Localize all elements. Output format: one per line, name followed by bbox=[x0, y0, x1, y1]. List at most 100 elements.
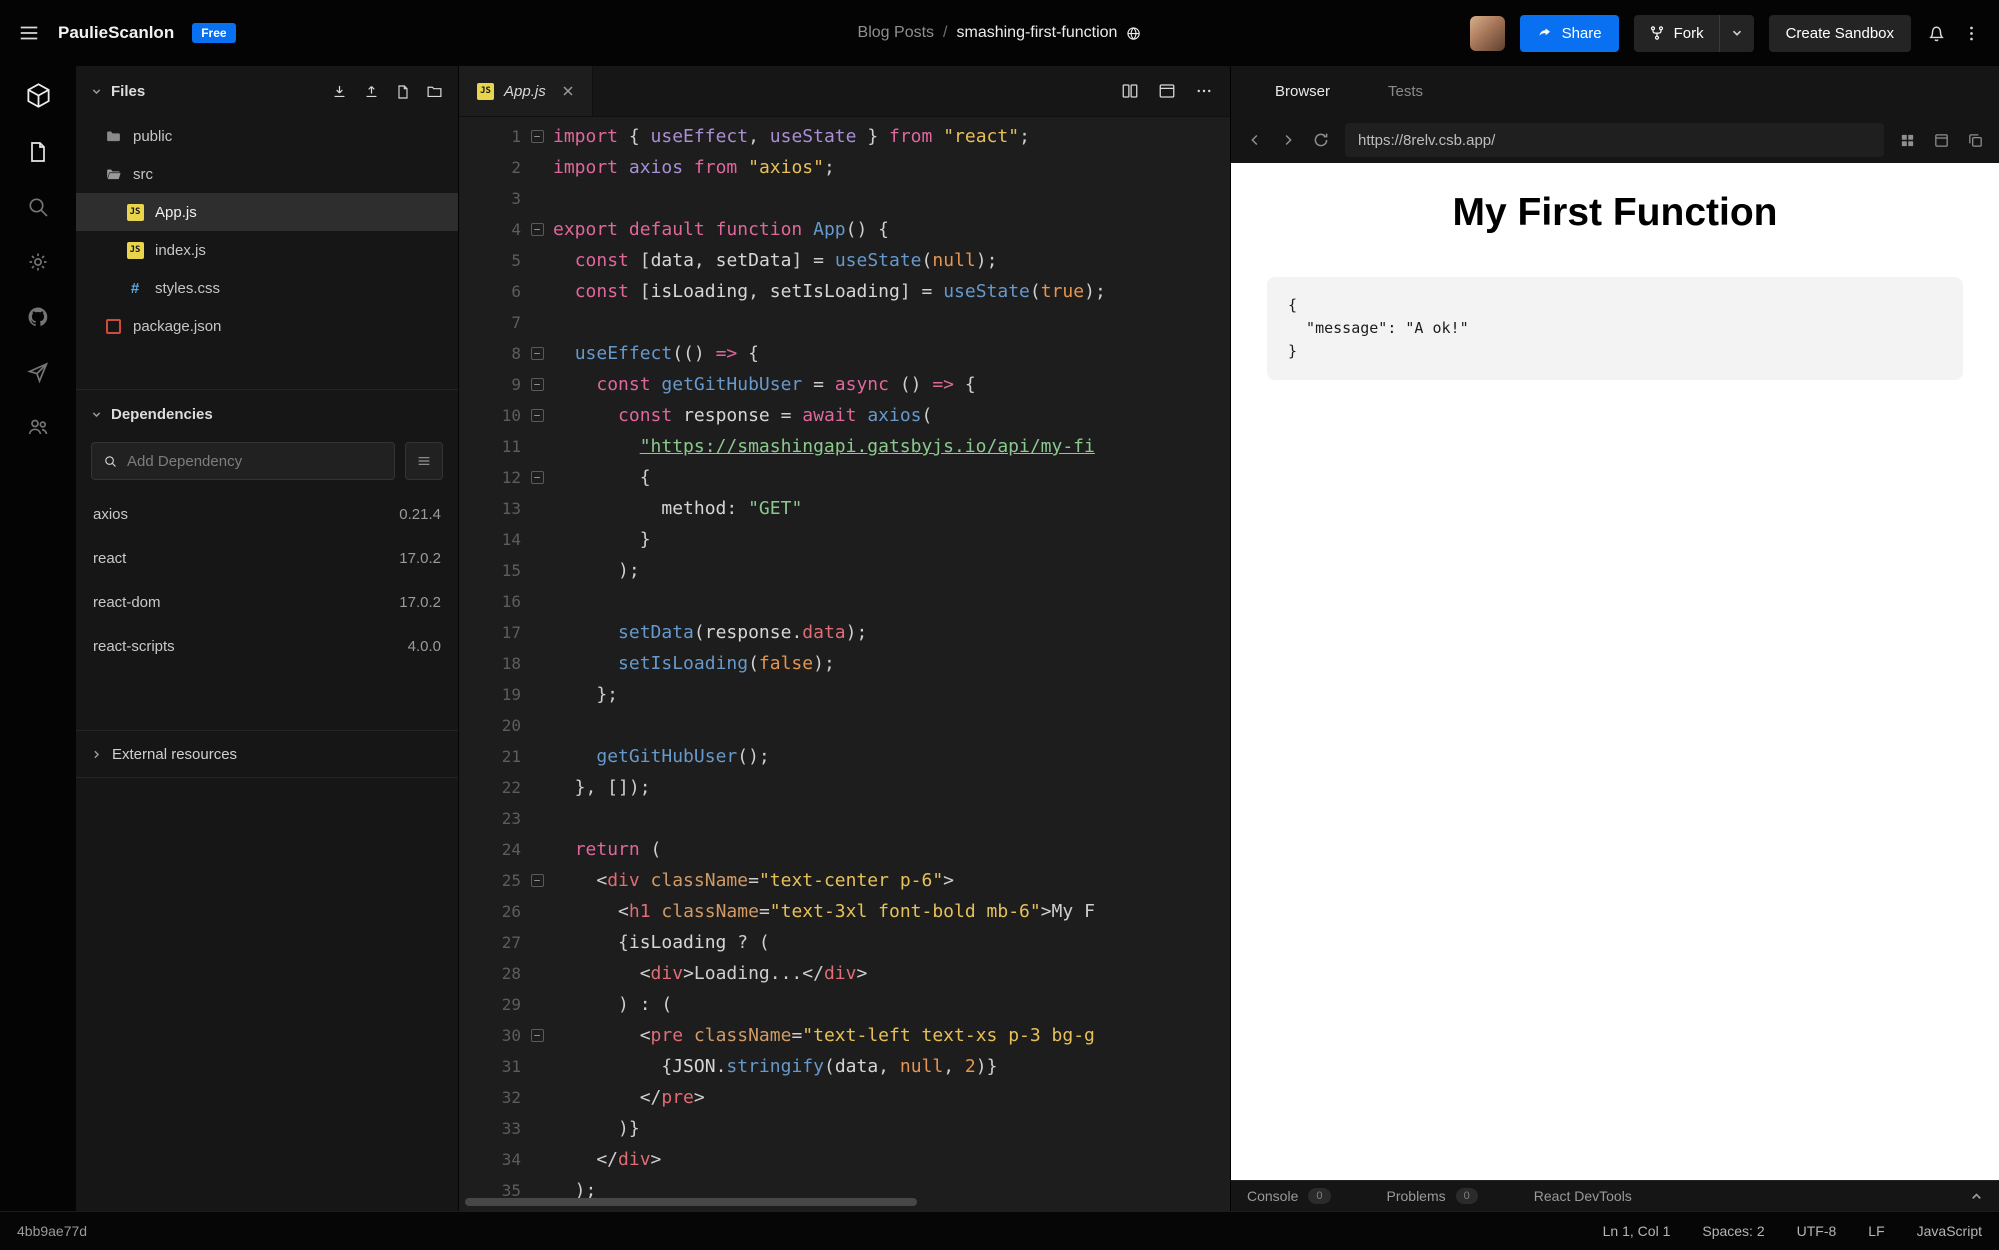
preview-tab-browser[interactable]: Browser bbox=[1275, 83, 1330, 100]
sandbox-title[interactable]: smashing-first-function bbox=[956, 24, 1117, 42]
console-bar-item-console[interactable]: Console0 bbox=[1247, 1188, 1331, 1204]
code-line-30[interactable]: 30− <pre className="text-left text-xs p-… bbox=[459, 1020, 1230, 1051]
code-line-17[interactable]: 17 setData(response.data); bbox=[459, 617, 1230, 648]
chevron-up-icon[interactable] bbox=[1970, 1190, 1983, 1203]
code-line-16[interactable]: 16 bbox=[459, 586, 1230, 617]
workspace-name[interactable]: PaulieScanlon bbox=[58, 23, 174, 43]
fork-button[interactable]: Fork bbox=[1634, 15, 1719, 52]
fold-marker-icon[interactable]: − bbox=[531, 378, 544, 391]
code-line-19[interactable]: 19 }; bbox=[459, 679, 1230, 710]
status-item-spaces-2[interactable]: Spaces: 2 bbox=[1702, 1223, 1764, 1239]
code-line-33[interactable]: 33 )} bbox=[459, 1113, 1230, 1144]
url-bar[interactable]: https://8relv.csb.app/ bbox=[1345, 123, 1884, 157]
codesandbox-logo-icon[interactable] bbox=[25, 82, 52, 109]
close-tab-icon[interactable] bbox=[562, 85, 574, 97]
menu-icon[interactable] bbox=[18, 22, 40, 44]
notifications-bell-icon[interactable] bbox=[1926, 23, 1947, 44]
code-line-10[interactable]: 10− const response = await axios( bbox=[459, 400, 1230, 431]
fork-dropdown-button[interactable] bbox=[1719, 15, 1754, 52]
code-line-18[interactable]: 18 setIsLoading(false); bbox=[459, 648, 1230, 679]
file-tree-item-styles-css[interactable]: #styles.css bbox=[76, 269, 458, 307]
code-line-12[interactable]: 12− { bbox=[459, 462, 1230, 493]
code-line-23[interactable]: 23 bbox=[459, 803, 1230, 834]
code-line-8[interactable]: 8− useEffect(() => { bbox=[459, 338, 1230, 369]
dependency-item-axios[interactable]: axios0.21.4 bbox=[76, 492, 458, 536]
code-line-2[interactable]: 2import axios from "axios"; bbox=[459, 152, 1230, 183]
code-line-1[interactable]: 1−import { useEffect, useState } from "r… bbox=[459, 121, 1230, 152]
file-tree-item-public[interactable]: public bbox=[76, 117, 458, 155]
fold-marker-icon[interactable]: − bbox=[531, 409, 544, 422]
code-line-6[interactable]: 6 const [isLoading, setIsLoading] = useS… bbox=[459, 276, 1230, 307]
code-line-27[interactable]: 27 {isLoading ? ( bbox=[459, 927, 1230, 958]
fold-marker-icon[interactable]: − bbox=[531, 130, 544, 143]
file-tree-item-index-js[interactable]: JSindex.js bbox=[76, 231, 458, 269]
kebab-menu-icon[interactable] bbox=[1962, 24, 1981, 43]
code-line-26[interactable]: 26 <h1 className="text-3xl font-bold mb-… bbox=[459, 896, 1230, 927]
status-item-ln-1-col-1[interactable]: Ln 1, Col 1 bbox=[1603, 1223, 1671, 1239]
dependencies-header[interactable]: Dependencies bbox=[76, 390, 458, 438]
code-line-22[interactable]: 22 }, []); bbox=[459, 772, 1230, 803]
split-view-icon[interactable] bbox=[1121, 82, 1139, 100]
code-line-7[interactable]: 7 bbox=[459, 307, 1230, 338]
code-line-3[interactable]: 3 bbox=[459, 183, 1230, 214]
dependency-item-react-dom[interactable]: react-dom17.0.2 bbox=[76, 580, 458, 624]
code-line-29[interactable]: 29 ) : ( bbox=[459, 989, 1230, 1020]
console-bar-item-problems[interactable]: Problems0 bbox=[1387, 1188, 1478, 1204]
search-icon[interactable] bbox=[26, 195, 50, 219]
settings-icon[interactable] bbox=[26, 250, 50, 274]
fold-marker-icon[interactable]: − bbox=[531, 874, 544, 887]
fold-marker-icon[interactable]: − bbox=[531, 223, 544, 236]
refresh-icon[interactable] bbox=[1312, 131, 1330, 149]
code-line-32[interactable]: 32 </pre> bbox=[459, 1082, 1230, 1113]
live-icon[interactable] bbox=[26, 415, 50, 439]
file-tree-item-app-js[interactable]: JSApp.js bbox=[76, 193, 458, 231]
preview-tab-tests[interactable]: Tests bbox=[1388, 83, 1423, 100]
open-preview-icon[interactable] bbox=[1158, 82, 1176, 100]
github-icon[interactable] bbox=[26, 305, 50, 329]
horizontal-scrollbar[interactable] bbox=[465, 1198, 917, 1206]
file-tree-item-src[interactable]: src bbox=[76, 155, 458, 193]
code-line-5[interactable]: 5 const [data, setData] = useState(null)… bbox=[459, 245, 1230, 276]
code-line-28[interactable]: 28 <div>Loading...</div> bbox=[459, 958, 1230, 989]
create-sandbox-button[interactable]: Create Sandbox bbox=[1769, 15, 1911, 52]
new-file-icon[interactable] bbox=[395, 83, 411, 100]
new-folder-icon[interactable] bbox=[426, 83, 443, 100]
code-line-25[interactable]: 25− <div className="text-center p-6"> bbox=[459, 865, 1230, 896]
tab-app-js[interactable]: JS App.js bbox=[459, 66, 593, 116]
upload-icon[interactable] bbox=[363, 83, 380, 100]
avatar[interactable] bbox=[1470, 16, 1505, 51]
dependency-item-react-scripts[interactable]: react-scripts4.0.0 bbox=[76, 624, 458, 668]
forward-icon[interactable] bbox=[1279, 131, 1297, 149]
dependency-list-button[interactable] bbox=[405, 442, 443, 480]
back-icon[interactable] bbox=[1246, 131, 1264, 149]
code-line-31[interactable]: 31 {JSON.stringify(data, null, 2)} bbox=[459, 1051, 1230, 1082]
editor-menu-icon[interactable] bbox=[1195, 82, 1213, 100]
fold-marker-icon[interactable]: − bbox=[531, 471, 544, 484]
code-line-14[interactable]: 14 } bbox=[459, 524, 1230, 555]
status-item-utf-8[interactable]: UTF-8 bbox=[1797, 1223, 1837, 1239]
code-line-11[interactable]: 11 "https://smashingapi.gatsbyjs.io/api/… bbox=[459, 431, 1230, 462]
add-dependency-input[interactable] bbox=[127, 453, 383, 470]
fold-marker-icon[interactable]: − bbox=[531, 1029, 544, 1042]
status-item-lf[interactable]: LF bbox=[1868, 1223, 1884, 1239]
code-line-34[interactable]: 34 </div> bbox=[459, 1144, 1230, 1175]
console-bar-item-react-devtools[interactable]: React DevTools bbox=[1534, 1188, 1632, 1204]
breadcrumb-parent[interactable]: Blog Posts bbox=[858, 24, 934, 42]
external-resources-section[interactable]: External resources bbox=[76, 730, 458, 778]
deployment-icon[interactable] bbox=[26, 360, 50, 384]
file-tree-item-package-json[interactable]: package.json bbox=[76, 307, 458, 345]
code-line-4[interactable]: 4−export default function App() { bbox=[459, 214, 1230, 245]
chevron-down-icon[interactable] bbox=[91, 86, 102, 97]
responsive-mode-icon[interactable] bbox=[1899, 132, 1916, 149]
code-line-13[interactable]: 13 method: "GET" bbox=[459, 493, 1230, 524]
duplicate-window-icon[interactable] bbox=[1967, 132, 1984, 149]
code-line-24[interactable]: 24 return ( bbox=[459, 834, 1230, 865]
fold-marker-icon[interactable]: − bbox=[531, 347, 544, 360]
code-line-9[interactable]: 9− const getGitHubUser = async () => { bbox=[459, 369, 1230, 400]
code-editor[interactable]: 1−import { useEffect, useState } from "r… bbox=[459, 117, 1230, 1211]
code-line-20[interactable]: 20 bbox=[459, 710, 1230, 741]
open-new-window-icon[interactable] bbox=[1933, 132, 1950, 149]
file-explorer-icon[interactable] bbox=[26, 140, 50, 164]
code-line-21[interactable]: 21 getGitHubUser(); bbox=[459, 741, 1230, 772]
share-button[interactable]: Share bbox=[1520, 15, 1619, 52]
